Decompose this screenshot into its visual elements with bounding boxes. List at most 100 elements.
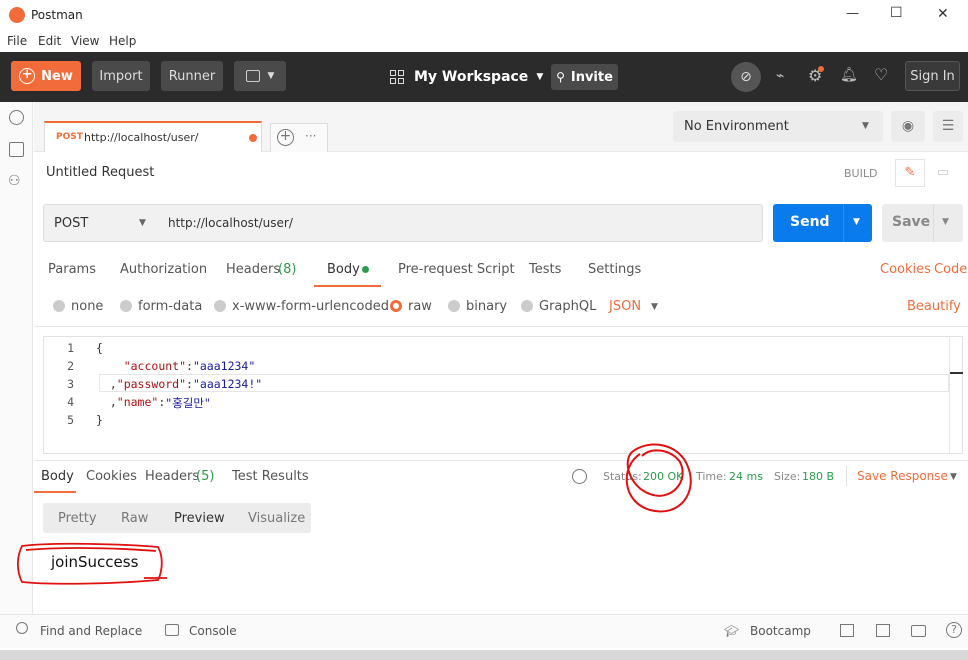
sign-in-button[interactable]: Sign In (905, 61, 960, 91)
collections-icon[interactable] (9, 142, 24, 157)
menu-file[interactable]: File (7, 34, 27, 48)
tab-params[interactable]: Params (48, 262, 96, 277)
json-value: "aaa1234" (192, 359, 256, 373)
edit-pencil-icon[interactable]: ✎ (895, 159, 925, 187)
more-tabs-icon[interactable]: ··· (305, 129, 316, 143)
minimize-button[interactable]: — (846, 6, 859, 21)
heart-icon[interactable]: ♡ (874, 65, 888, 84)
globe-icon[interactable] (572, 469, 587, 484)
editor-scrollbar-thumb[interactable] (949, 372, 963, 374)
console-button[interactable]: Console (189, 624, 237, 638)
body-type-raw[interactable]: raw (408, 299, 432, 314)
tab-body[interactable]: Body (327, 262, 360, 277)
send-button[interactable]: Send ▼ (773, 204, 872, 242)
build-label[interactable]: BUILD (844, 167, 877, 180)
headers-count: (8) (278, 262, 297, 277)
method-selector[interactable]: POST ▼ (43, 204, 159, 242)
view-mode-visualize[interactable]: Visualize (248, 511, 305, 526)
line-number: 4 (67, 395, 74, 409)
apis-icon[interactable]: ⚇ (8, 173, 21, 189)
workspace-name: My Workspace (414, 69, 529, 85)
view-mode-pretty[interactable]: Pretty (58, 511, 97, 526)
menu-help[interactable]: Help (109, 34, 136, 48)
chevron-down-icon: ▼ (139, 218, 146, 228)
view-mode-preview[interactable]: Preview (174, 511, 225, 526)
close-button[interactable]: ✕ (937, 6, 949, 22)
body-type-form-data[interactable]: form-data (138, 299, 202, 314)
environment-label: No Environment (684, 119, 789, 134)
chevron-down-icon[interactable]: ▼ (651, 302, 658, 312)
new-label: New (41, 68, 73, 84)
format-selector[interactable]: JSON (609, 299, 641, 314)
status-bar: Find and Replace Console 🎓︎ Bootcamp ? (0, 614, 968, 648)
body-type-none[interactable]: none (71, 299, 103, 314)
tab-prerequest-script[interactable]: Pre-request Script (398, 262, 515, 277)
search-icon (16, 622, 28, 634)
radio-raw[interactable] (390, 300, 402, 312)
save-label: Save (892, 214, 931, 230)
notification-dot (818, 66, 824, 72)
new-window-button[interactable]: ▼ (234, 61, 286, 91)
bell-icon[interactable]: 🔔︎ (840, 67, 858, 83)
request-name[interactable]: Untitled Request (46, 165, 154, 180)
env-settings-button[interactable]: ☰ (933, 111, 963, 142)
bottom-scrollbar[interactable] (0, 650, 968, 660)
workspace-selector[interactable]: My Workspace ▼ (390, 66, 543, 88)
body-type-graphql[interactable]: GraphQL (539, 299, 596, 314)
book-icon[interactable] (840, 624, 854, 637)
environment-selector[interactable]: No Environment ▼ (673, 111, 883, 142)
tab-authorization[interactable]: Authorization (120, 262, 207, 277)
comment-icon[interactable]: ▭ (929, 161, 957, 185)
response-tab-cookies[interactable]: Cookies (86, 469, 137, 484)
sync-off-icon[interactable]: ⊘ (731, 62, 761, 92)
import-button[interactable]: Import (92, 61, 150, 91)
chevron-down-icon[interactable]: ▼ (942, 217, 949, 227)
invite-button[interactable]: ⚲ Invite (551, 64, 618, 90)
response-tab-body[interactable]: Body (41, 469, 74, 484)
line-number: 2 (67, 359, 74, 373)
radio-graphql[interactable] (521, 300, 533, 312)
tab-settings[interactable]: Settings (588, 262, 641, 277)
history-icon[interactable] (9, 110, 24, 125)
url-input[interactable]: http://localhost/user/ (158, 204, 763, 242)
view-mode-raw[interactable]: Raw (121, 511, 148, 526)
response-tab-test-results[interactable]: Test Results (232, 469, 309, 484)
eye-button[interactable]: ◉ (891, 111, 925, 142)
satellite-icon[interactable]: ⌁ (776, 68, 784, 84)
editor-line: 5 } (44, 413, 644, 431)
json-prefix: , (96, 395, 117, 409)
two-pane-icon[interactable] (876, 624, 890, 637)
save-response-button[interactable]: Save Response (857, 469, 948, 483)
new-button[interactable]: + New (11, 61, 81, 91)
radio-urlencoded[interactable] (214, 300, 226, 312)
json-key: "name" (116, 395, 159, 409)
json-value: "aaa1234!" (192, 377, 263, 391)
title-bar: Postman — ☐ ✕ (0, 0, 968, 30)
runner-button[interactable]: Runner (161, 61, 223, 91)
radio-binary[interactable] (448, 300, 460, 312)
menu-view[interactable]: View (71, 34, 99, 48)
chevron-down-icon[interactable]: ▼ (853, 217, 860, 227)
tab-tests[interactable]: Tests (529, 262, 561, 277)
cookies-link[interactable]: Cookies (880, 262, 931, 277)
response-divider (34, 460, 968, 461)
body-type-binary[interactable]: binary (466, 299, 507, 314)
help-icon[interactable]: ? (946, 622, 962, 638)
add-tab-button[interactable]: + ··· (270, 123, 328, 152)
radio-form-data[interactable] (120, 300, 132, 312)
body-type-urlencoded[interactable]: x-www-form-urlencoded (232, 299, 389, 314)
menu-edit[interactable]: Edit (38, 34, 61, 48)
save-button[interactable]: Save ▼ (882, 204, 963, 242)
beautify-link[interactable]: Beautify (907, 299, 961, 314)
chevron-down-icon[interactable]: ▼ (950, 472, 957, 482)
bootcamp-button[interactable]: Bootcamp (750, 624, 811, 638)
request-tab[interactable]: POST http://localhost/user/ (44, 121, 262, 152)
keyboard-icon[interactable] (911, 625, 926, 637)
find-and-replace-button[interactable]: Find and Replace (40, 624, 142, 638)
maximize-button[interactable]: ☐ (890, 5, 903, 21)
tab-method: POST (56, 132, 83, 142)
code-link[interactable]: Code (934, 262, 967, 277)
radio-none[interactable] (53, 300, 65, 312)
response-tab-headers[interactable]: Headers (145, 469, 199, 484)
tab-headers[interactable]: Headers (226, 262, 280, 277)
